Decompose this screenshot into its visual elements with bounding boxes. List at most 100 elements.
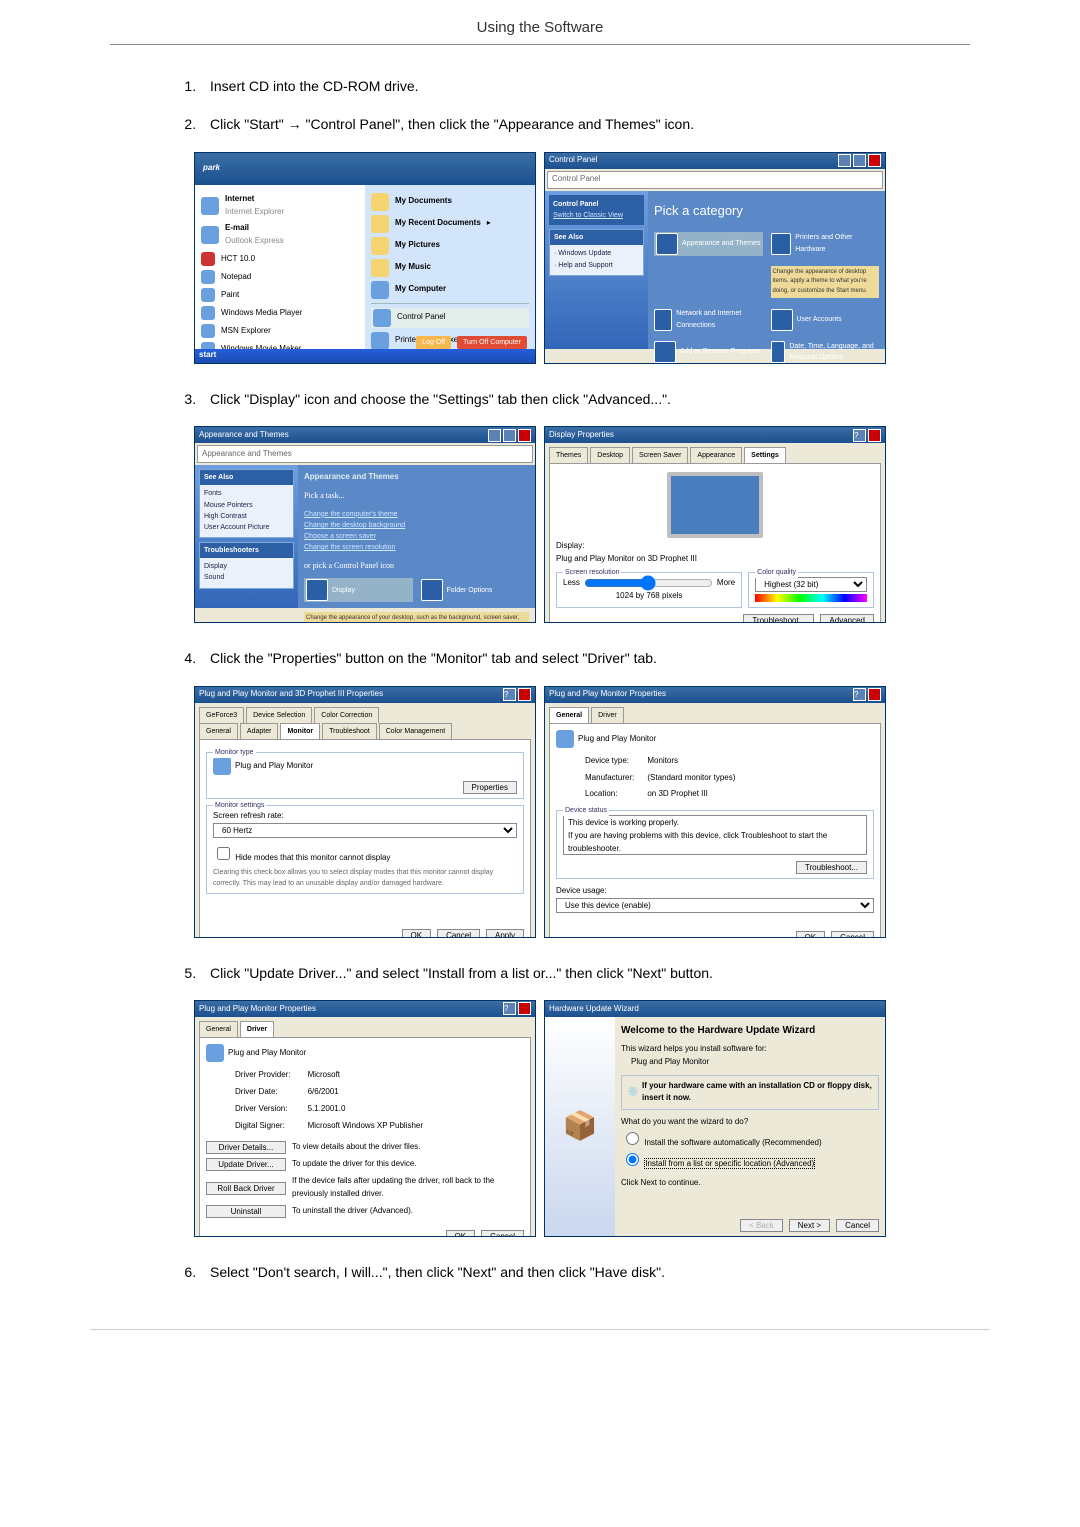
ok-button[interactable]: OK bbox=[796, 931, 826, 938]
tab-general[interactable]: General bbox=[199, 723, 238, 739]
cancel-button[interactable]: Cancel bbox=[481, 1230, 524, 1237]
sm-item-hct[interactable]: HCT 10.0 bbox=[201, 252, 359, 266]
help-icon[interactable]: ? bbox=[853, 429, 866, 442]
side-pointers[interactable]: Mouse Pointers bbox=[204, 500, 289, 511]
cat-datetime[interactable]: Date, Time, Language, and Regional Optio… bbox=[771, 341, 880, 363]
task-res[interactable]: Change the screen resolution bbox=[304, 542, 529, 553]
side-userpic[interactable]: User Account Picture bbox=[204, 522, 289, 533]
tab-themes[interactable]: Themes bbox=[549, 447, 588, 463]
cat-users[interactable]: User Accounts bbox=[771, 308, 880, 330]
advanced-button[interactable]: Advanced bbox=[820, 614, 874, 624]
help-icon[interactable]: ? bbox=[503, 688, 516, 701]
tab-colorc[interactable]: Color Correction bbox=[314, 707, 379, 723]
help-icon[interactable]: ? bbox=[503, 1002, 516, 1015]
sm-my-documents[interactable]: My Documents bbox=[371, 193, 529, 211]
sm-recent-docs[interactable]: My Recent Documents ▸ bbox=[371, 215, 529, 233]
cat-printers[interactable]: Printers and Other Hardware bbox=[771, 232, 880, 256]
tab-general[interactable]: General bbox=[199, 1021, 238, 1037]
minimize-icon[interactable] bbox=[488, 429, 501, 442]
radio-auto[interactable] bbox=[626, 1132, 639, 1145]
display-label: Display:Plug and Play Monitor on 3D Prop… bbox=[556, 540, 874, 566]
close-icon[interactable] bbox=[868, 688, 881, 701]
cat-network[interactable]: Network and Internet Connections bbox=[654, 308, 763, 330]
cat-programs[interactable]: Add or Remove Programs bbox=[654, 341, 763, 363]
wizard-heading: Welcome to the Hardware Update Wizard bbox=[621, 1023, 879, 1039]
notepad-icon bbox=[201, 270, 215, 284]
tab-settings[interactable]: Settings bbox=[744, 447, 786, 463]
radio-list[interactable] bbox=[626, 1153, 639, 1166]
apply-button[interactable]: Apply bbox=[486, 929, 524, 938]
hide-modes-checkbox[interactable] bbox=[217, 847, 230, 860]
tab-adapter[interactable]: Adapter bbox=[240, 723, 279, 739]
cancel-button[interactable]: Cancel bbox=[831, 931, 874, 938]
sm-item-internet[interactable]: InternetInternet Explorer bbox=[201, 193, 359, 219]
sm-item-email[interactable]: E-mailOutlook Express bbox=[201, 222, 359, 248]
sm-my-music[interactable]: My Music bbox=[371, 259, 529, 277]
address-bar[interactable]: Control Panel bbox=[547, 171, 883, 189]
icon-display[interactable]: Display bbox=[304, 578, 413, 602]
taskbar[interactable]: start bbox=[195, 349, 535, 363]
close-icon[interactable] bbox=[518, 1002, 531, 1015]
ok-button[interactable]: OK bbox=[402, 929, 432, 938]
color-select[interactable]: Highest (32 bit) bbox=[755, 577, 867, 592]
tab-monitor[interactable]: Monitor bbox=[280, 723, 320, 739]
tab-desktop[interactable]: Desktop bbox=[590, 447, 630, 463]
sm-item-msn[interactable]: MSN Explorer bbox=[201, 324, 359, 338]
side-fonts[interactable]: Fonts bbox=[204, 488, 289, 499]
uninstall-button[interactable]: Uninstall bbox=[206, 1205, 286, 1218]
properties-button[interactable]: Properties bbox=[463, 781, 517, 794]
sm-my-computer[interactable]: My Computer bbox=[371, 281, 529, 299]
driver-details-button[interactable]: Driver Details... bbox=[206, 1141, 286, 1154]
trouble-display[interactable]: Display bbox=[204, 561, 289, 572]
rollback-button[interactable]: Roll Back Driver bbox=[206, 1182, 286, 1195]
printers-icon bbox=[771, 233, 792, 255]
task-bg[interactable]: Change the desktop background bbox=[304, 520, 529, 531]
next-button[interactable]: Next > bbox=[789, 1219, 830, 1232]
address-bar[interactable]: Appearance and Themes bbox=[197, 445, 533, 463]
hardware-wizard-window: Hardware Update Wizard 📦 Welcome to the … bbox=[544, 1000, 886, 1237]
tab-general[interactable]: General bbox=[549, 707, 589, 723]
tab-driver[interactable]: Driver bbox=[240, 1021, 274, 1037]
resolution-slider[interactable] bbox=[584, 579, 713, 587]
paint-icon bbox=[201, 288, 215, 302]
close-icon[interactable] bbox=[868, 429, 881, 442]
turnoff-button[interactable]: Turn Off Computer bbox=[457, 336, 527, 349]
sm-item-wmp[interactable]: Windows Media Player bbox=[201, 306, 359, 320]
troubleshoot-button[interactable]: Troubleshoot... bbox=[743, 614, 814, 624]
maximize-icon[interactable] bbox=[853, 154, 866, 167]
maximize-icon[interactable] bbox=[503, 429, 516, 442]
icon-folder-options[interactable]: Folder Options bbox=[421, 578, 530, 602]
close-icon[interactable] bbox=[518, 429, 531, 442]
tab-driver[interactable]: Driver bbox=[591, 707, 624, 723]
tab-colorm[interactable]: Color Management bbox=[379, 723, 453, 739]
close-icon[interactable] bbox=[868, 154, 881, 167]
media-icon bbox=[201, 306, 215, 320]
task-saver[interactable]: Choose a screen saver bbox=[304, 531, 529, 542]
switch-view-link[interactable]: Switch to Classic View bbox=[553, 212, 623, 219]
mail-icon bbox=[201, 226, 219, 244]
usage-select[interactable]: Use this device (enable) bbox=[556, 898, 874, 913]
sm-my-pictures[interactable]: My Pictures bbox=[371, 237, 529, 255]
tab-troub[interactable]: Troubleshoot bbox=[322, 723, 377, 739]
side-contrast[interactable]: High Contrast bbox=[204, 511, 289, 522]
trouble-sound[interactable]: Sound bbox=[204, 572, 289, 583]
close-icon[interactable] bbox=[518, 688, 531, 701]
ok-button[interactable]: OK bbox=[446, 1230, 476, 1237]
tab-devsel[interactable]: Device Selection bbox=[246, 707, 312, 723]
sm-item-notepad[interactable]: Notepad bbox=[201, 270, 359, 284]
logoff-button[interactable]: Log Off bbox=[416, 336, 451, 349]
cat-appearance[interactable]: Appearance and Themes bbox=[654, 232, 763, 256]
cancel-button[interactable]: Cancel bbox=[437, 929, 480, 938]
sm-control-panel[interactable]: Control Panel bbox=[371, 308, 529, 328]
tab-appear[interactable]: Appearance bbox=[690, 447, 742, 463]
task-theme[interactable]: Change the computer's theme bbox=[304, 509, 529, 520]
cancel-button[interactable]: Cancel bbox=[836, 1219, 879, 1232]
tab-gf3[interactable]: GeForce3 bbox=[199, 707, 244, 723]
refresh-select[interactable]: 60 Hertz bbox=[213, 823, 517, 838]
help-icon[interactable]: ? bbox=[853, 688, 866, 701]
troubleshoot-button[interactable]: Troubleshoot... bbox=[796, 861, 867, 874]
sm-item-paint[interactable]: Paint bbox=[201, 288, 359, 302]
tab-saver[interactable]: Screen Saver bbox=[632, 447, 688, 463]
minimize-icon[interactable] bbox=[838, 154, 851, 167]
update-driver-button[interactable]: Update Driver... bbox=[206, 1158, 286, 1171]
